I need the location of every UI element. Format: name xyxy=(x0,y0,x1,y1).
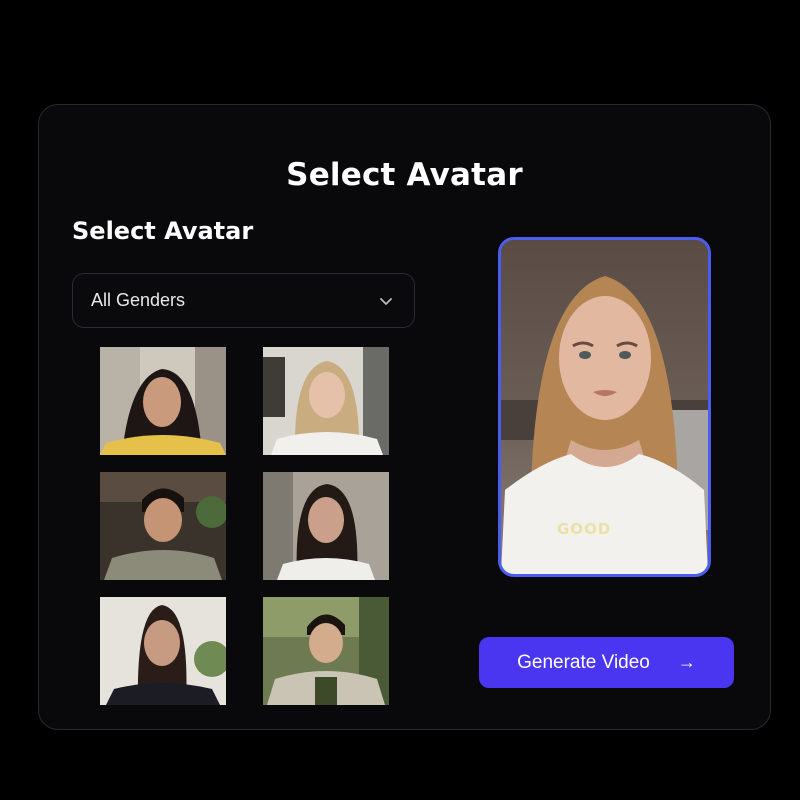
generate-video-button[interactable]: Generate Video → xyxy=(479,637,734,688)
avatar-preview: GOOD xyxy=(498,237,711,577)
avatar-thumbnail-4[interactable] xyxy=(263,472,389,580)
avatar-thumbnail-2[interactable] xyxy=(263,347,389,455)
panel-title: Select Avatar xyxy=(286,157,523,193)
chevron-down-icon xyxy=(380,297,392,305)
avatar-thumbnail-1[interactable] xyxy=(100,347,226,455)
avatar-panel: Select Avatar Select Avatar All Genders xyxy=(38,104,771,730)
avatar-grid xyxy=(100,347,390,707)
generate-video-label: Generate Video xyxy=(517,651,650,673)
arrow-right-icon: → xyxy=(677,652,696,672)
section-title: Select Avatar xyxy=(72,217,254,245)
avatar-thumbnail-3[interactable] xyxy=(100,472,226,580)
avatar-thumbnail-6[interactable] xyxy=(263,597,389,705)
shirt-text: GOOD xyxy=(557,520,612,538)
gender-filter-value: All Genders xyxy=(91,290,186,310)
gender-filter-dropdown[interactable]: All Genders xyxy=(72,273,415,328)
avatar-thumbnail-5[interactable] xyxy=(100,597,226,705)
